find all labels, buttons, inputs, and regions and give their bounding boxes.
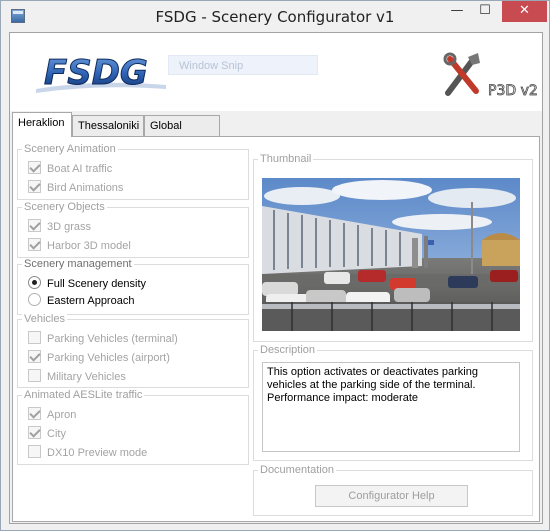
radio-full-scenery-density[interactable]: Full Scenery density [28, 276, 146, 292]
group-scenery-objects: Scenery Objects 3D grass Harbor 3D model [17, 201, 249, 258]
title-bar[interactable]: FSDG - Scenery Configurator v1 — ☐ ✕ [1, 1, 549, 31]
group-title: Scenery management [22, 258, 134, 270]
group-title: Documentation [258, 464, 336, 476]
checkbox-harbor-3d-model[interactable]: Harbor 3D model [28, 238, 131, 254]
group-title: Thumbnail [258, 153, 314, 165]
checkbox-apron[interactable]: Apron [28, 407, 76, 423]
tab-panel-heraklion: Scenery Animation Boat AI traffic Bird A… [12, 136, 540, 522]
group-thumbnail: Thumbnail [253, 153, 533, 342]
checkbox-military-vehicles[interactable]: Military Vehicles [28, 369, 126, 385]
maximize-icon[interactable]: ☐ [472, 1, 498, 22]
group-title: Scenery Animation [22, 143, 118, 155]
checkbox-label: Parking Vehicles (terminal) [47, 333, 178, 345]
checkbox-3d-grass[interactable]: 3D grass [28, 219, 91, 235]
group-title: Scenery Objects [22, 201, 107, 213]
checkbox-label: Parking Vehicles (airport) [47, 352, 170, 364]
radio-eastern-approach[interactable]: Eastern Approach [28, 293, 134, 309]
checkbox-icon[interactable] [28, 445, 41, 458]
checkbox-icon[interactable] [28, 331, 41, 344]
checkbox-icon[interactable] [28, 180, 41, 193]
description-textbox[interactable]: This option activates or deactivates par… [262, 362, 520, 452]
checkbox-icon[interactable] [28, 161, 41, 174]
header-banner: FSDG Window Snip P3D v2 [10, 33, 542, 111]
group-aeslite-traffic: Animated AESLite traffic Apron City DX10… [17, 389, 249, 465]
checkbox-label: Harbor 3D model [47, 240, 131, 252]
window-snip-overlay: Window Snip [168, 55, 318, 75]
group-vehicles: Vehicles Parking Vehicles (terminal) Par… [17, 313, 249, 388]
checkbox-icon[interactable] [28, 219, 41, 232]
client-area: FSDG Window Snip P3D v2 Heraklion Thessa… [9, 32, 543, 524]
group-scenery-animation: Scenery Animation Boat AI traffic Bird A… [17, 143, 249, 200]
checkbox-bird-animations[interactable]: Bird Animations [28, 180, 123, 196]
group-title: Animated AESLite traffic [22, 389, 145, 401]
checkbox-label: Boat AI traffic [47, 163, 113, 175]
close-icon[interactable]: ✕ [502, 1, 547, 22]
checkbox-parking-vehicles-airport[interactable]: Parking Vehicles (airport) [28, 350, 170, 366]
tab-global-settings[interactable]: Global Settings [144, 115, 220, 152]
checkbox-icon[interactable] [28, 238, 41, 251]
checkbox-parking-vehicles-terminal[interactable]: Parking Vehicles (terminal) [28, 331, 178, 347]
checkbox-label: Apron [47, 409, 77, 421]
group-description: Description This option activates or dea… [253, 344, 533, 461]
checkbox-label: Bird Animations [47, 182, 124, 194]
p3d-logo: P3D v2 [443, 52, 538, 99]
radio-icon[interactable] [28, 276, 41, 289]
checkbox-boat-ai-traffic[interactable]: Boat AI traffic [28, 161, 112, 177]
group-title: Description [258, 344, 318, 356]
group-scenery-management: Scenery management Full Scenery density … [17, 258, 249, 315]
checkbox-icon[interactable] [28, 369, 41, 382]
checkbox-icon[interactable] [28, 407, 41, 420]
fsdg-logo: FSDG [36, 53, 166, 94]
svg-text:FSDG: FSDG [44, 53, 148, 93]
checkbox-city[interactable]: City [28, 426, 66, 442]
checkbox-label: City [47, 428, 66, 440]
checkbox-label: 3D grass [47, 221, 92, 233]
tab-thessaloniki[interactable]: Thessaloniki [72, 115, 144, 137]
minimize-icon[interactable]: — [444, 1, 470, 22]
radio-label: Full Scenery density [47, 278, 147, 290]
checkbox-icon[interactable] [28, 426, 41, 439]
checkbox-icon[interactable] [28, 350, 41, 363]
group-title: Vehicles [22, 313, 67, 325]
checkbox-label: DX10 Preview mode [47, 447, 148, 459]
checkbox-dx10-preview-mode[interactable]: DX10 Preview mode [28, 445, 147, 461]
svg-text:P3D v2: P3D v2 [488, 83, 538, 99]
radio-label: Eastern Approach [47, 295, 135, 307]
radio-icon[interactable] [28, 293, 41, 306]
group-documentation: Documentation Configurator Help [253, 464, 533, 516]
configurator-help-button[interactable]: Configurator Help [315, 485, 468, 507]
thumbnail-image [262, 178, 520, 331]
app-window: FSDG - Scenery Configurator v1 — ☐ ✕ FSD… [0, 0, 550, 531]
checkbox-label: Military Vehicles [47, 371, 126, 383]
tab-heraklion[interactable]: Heraklion [12, 112, 72, 137]
tools-icon [443, 52, 480, 96]
